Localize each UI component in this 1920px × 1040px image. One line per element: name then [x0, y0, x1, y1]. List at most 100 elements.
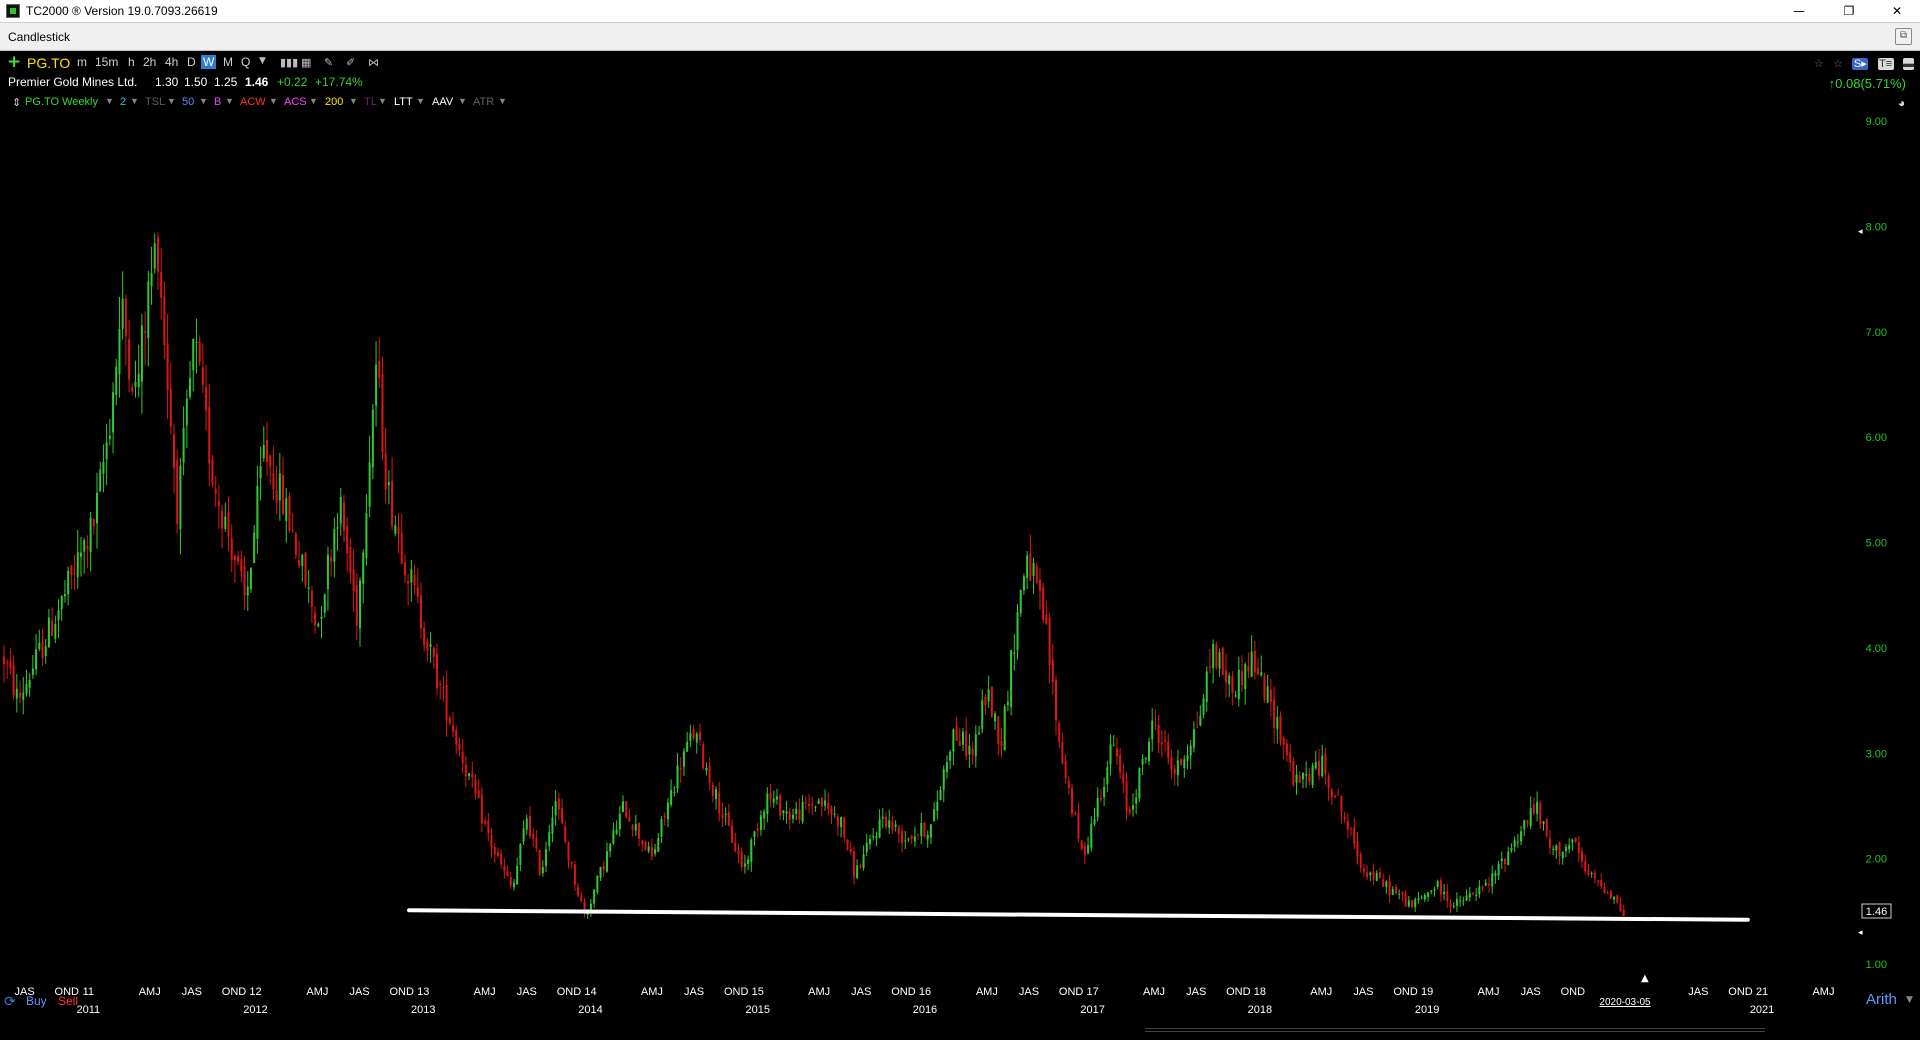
indicator-dropdown-icon[interactable]: ▼ [269, 96, 278, 106]
candle [894, 820, 897, 832]
candle [628, 809, 631, 822]
share-icon[interactable]: ⋈ [368, 56, 379, 69]
candle [1574, 837, 1577, 844]
candle [836, 813, 839, 836]
candle [830, 805, 833, 825]
candle [596, 875, 599, 895]
x-tick-label: JAS [517, 986, 537, 998]
bar-chart-icon[interactable]: ▮▮▮ [280, 56, 298, 69]
candle [1584, 854, 1587, 875]
price-chart[interactable]: 9.00 8.00 7.00 6.00 5.00 4.00 3.00 2.00 1.00 JAS… [0, 111, 1920, 1027]
indicator-dropdown-icon[interactable]: ▼ [458, 96, 467, 106]
drawing-tools-icon[interactable]: ✐ [346, 56, 355, 69]
x-tick-label: AMJ [1143, 986, 1165, 998]
buy-sell-icon[interactable]: ⟳ [4, 994, 16, 1010]
candle [198, 335, 201, 367]
minimize-button[interactable]: — [1776, 0, 1822, 22]
indicator-dropdown-icon[interactable]: ▼ [378, 96, 387, 106]
candle [666, 798, 669, 827]
window-title: TC2000 ® Version 19.0.7093.26619 [26, 4, 218, 18]
timeframe-1min[interactable]: m [77, 55, 87, 69]
candle [1289, 743, 1292, 772]
indicator-ma-200[interactable]: 200 [325, 96, 343, 108]
sell-button[interactable]: Sell [58, 994, 78, 1008]
candle [1244, 662, 1247, 705]
settings-palette-icon[interactable]: ◕ [1898, 96, 1905, 110]
buy-button[interactable]: Buy [26, 994, 47, 1008]
indicator-dropdown-icon[interactable]: ▼ [167, 96, 176, 106]
candle [1619, 897, 1622, 912]
candle [115, 358, 118, 406]
horizontal-scrollbar[interactable] [1145, 1028, 1765, 1032]
candle [272, 446, 275, 501]
timeframe-monthly[interactable]: M [223, 55, 233, 69]
pencil-icon[interactable]: ✎ [324, 56, 333, 69]
candle [368, 435, 371, 518]
x-tick-label: AMJ [641, 986, 663, 998]
x-tick-label: AMJ [1310, 986, 1332, 998]
indicator-ltt[interactable]: LTT [394, 96, 413, 108]
candle [326, 546, 329, 611]
indicator-dropdown-icon[interactable]: ▼ [349, 96, 358, 106]
star-outline-icon-2[interactable]: ☆ [1833, 57, 1843, 70]
candle [865, 833, 868, 857]
close-button[interactable]: ✕ [1874, 0, 1920, 22]
candle [888, 809, 891, 835]
candle [9, 647, 12, 675]
add-symbol-icon[interactable]: + [7, 53, 21, 71]
timeframe-4hour[interactable]: 4h [165, 55, 178, 69]
indicator-dropdown-icon[interactable]: ▼ [498, 96, 507, 106]
indicator-bollinger[interactable]: B [214, 96, 221, 108]
candle [310, 585, 313, 623]
scan-icon[interactable]: S▸ [1852, 58, 1869, 70]
timeframe-15min[interactable]: 15m [95, 55, 118, 69]
indicator-tsl[interactable]: TSL [145, 96, 165, 108]
timeframe-weekly[interactable]: W [201, 55, 217, 69]
timeframe-hourly[interactable]: h [128, 55, 135, 69]
candle [1170, 749, 1173, 779]
candle [166, 314, 169, 420]
indicator-dropdown-icon[interactable]: ▼ [309, 96, 318, 106]
indicator-atr[interactable]: ATR [473, 96, 494, 108]
indicator-ma-50[interactable]: 50 [182, 96, 194, 108]
symbol-label[interactable]: PG.TO [27, 55, 70, 71]
indicator-acs[interactable]: ACS [284, 96, 307, 108]
scale-dropdown-icon[interactable]: ▼ [1906, 995, 1913, 1005]
candle [885, 812, 888, 830]
note-icon[interactable]: ▬ [1903, 58, 1914, 70]
timeframe-2hour[interactable]: 2h [143, 55, 156, 69]
scale-toggle-button[interactable]: Arith [1866, 991, 1897, 1008]
indicator-aav[interactable]: AAV [432, 96, 453, 108]
indicator-tl[interactable]: TL [364, 96, 377, 108]
candle [1545, 818, 1548, 838]
timeframe-quarterly[interactable]: Q [241, 55, 250, 69]
candle [1577, 836, 1580, 862]
star-outline-icon[interactable]: ☆ [1814, 57, 1824, 70]
candle [593, 888, 596, 908]
candle [772, 790, 775, 808]
candle [1208, 648, 1211, 674]
timeframe-dropdown-icon[interactable]: ▼ [259, 56, 266, 66]
maximize-button[interactable]: ❐ [1826, 0, 1872, 22]
indicator-dropdown-icon[interactable]: ▼ [199, 96, 208, 106]
candle [172, 423, 175, 494]
x-tick-label: 12 [249, 986, 261, 998]
restore-panel-icon[interactable]: ⧉ [1895, 28, 1912, 45]
indicator-dropdown-icon[interactable]: ▼ [225, 96, 234, 106]
candle [480, 787, 483, 833]
indicator-symbol-period[interactable]: PG.TO Weekly [25, 96, 98, 108]
candle [881, 807, 884, 829]
indicator-dropdown-icon[interactable]: ▼ [105, 96, 114, 106]
candle [747, 855, 750, 871]
sort-icon[interactable]: ⇕ [12, 96, 21, 109]
calendar-icon[interactable]: ▦ [301, 56, 311, 69]
indicator-dropdown-icon[interactable]: ▼ [130, 96, 139, 106]
x-year-label: 2017 [1080, 1004, 1104, 1016]
text-icon[interactable]: T≡ [1877, 58, 1894, 70]
candle [150, 246, 153, 305]
candle [102, 444, 105, 493]
timeframe-daily[interactable]: D [187, 55, 196, 69]
indicator-acw[interactable]: ACW [240, 96, 266, 108]
indicator-ma-2[interactable]: 2 [120, 96, 126, 108]
indicator-dropdown-icon[interactable]: ▼ [416, 96, 425, 106]
